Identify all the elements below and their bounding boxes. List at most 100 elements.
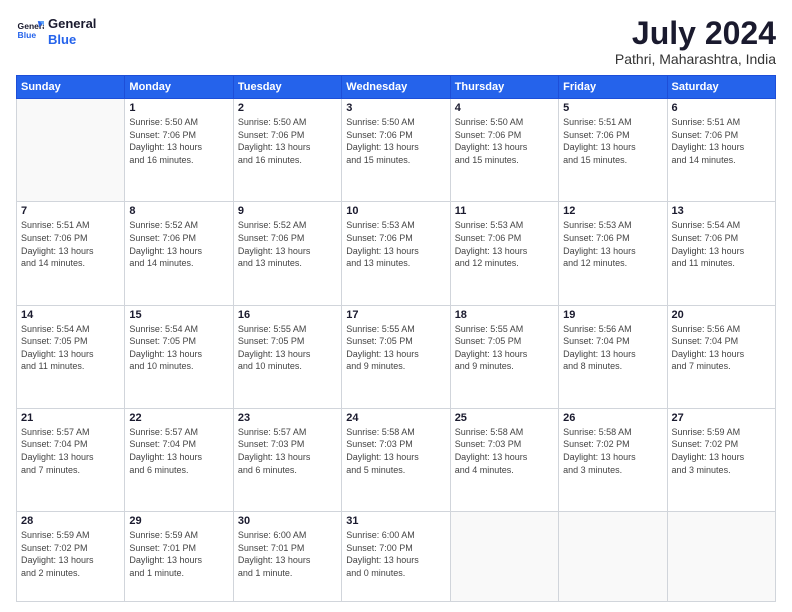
day-info: Sunrise: 5:58 AM Sunset: 7:03 PM Dayligh… (346, 426, 445, 476)
table-row: 5Sunrise: 5:51 AM Sunset: 7:06 PM Daylig… (559, 99, 667, 202)
table-row: 29 Sunrise: 5:59 AM Sunset: 7:01 PM Dayli… (125, 512, 233, 602)
day-number: 10 (346, 205, 445, 217)
day-number: 4 (455, 102, 554, 114)
day-info: Sunrise: 5:55 AM Sunset: 7:05 PM Dayligh… (455, 323, 554, 373)
table-row: 25 Sunrise: 5:58 AM Sunset: 7:03 PM Dayli… (450, 408, 558, 511)
table-row: 16 Sunrise: 5:55 AM Sunset: 7:05 PM Dayli… (233, 305, 341, 408)
day-number: 8 (129, 205, 228, 217)
header-wednesday: Wednesday (342, 76, 450, 99)
day-number: 15 (129, 309, 228, 321)
day-number: 24 (346, 412, 445, 424)
table-row: 11 Sunrise: 5:53 AM Sunset: 7:06 PM Dayli… (450, 202, 558, 305)
day-number: 26 (563, 412, 662, 424)
table-row: 27Sunrise: 5:59 AM Sunset: 7:02 PM Dayli… (667, 408, 775, 511)
day-number: 28 (21, 515, 120, 527)
day-info: Sunrise: 5:50 AM Sunset: 7:06 PM Dayligh… (238, 116, 337, 166)
table-row: 19 Sunrise: 5:56 AM Sunset: 7:04 PM Dayli… (559, 305, 667, 408)
table-row: 22 Sunrise: 5:57 AM Sunset: 7:04 PM Dayli… (125, 408, 233, 511)
day-number: 18 (455, 309, 554, 321)
day-info: Sunrise: 5:51 AM Sunset: 7:06 PM Dayligh… (21, 219, 120, 269)
table-row: 6 Sunrise: 5:51 AM Sunset: 7:06 PM Daylig… (667, 99, 775, 202)
logo-icon: General Blue (16, 18, 44, 46)
month-title: July 2024 (615, 16, 776, 51)
day-info: Sunrise: 5:59 AM Sunset: 7:01 PM Dayligh… (129, 529, 228, 579)
table-row: 4Sunrise: 5:50 AM Sunset: 7:06 PM Daylig… (450, 99, 558, 202)
day-number: 21 (21, 412, 120, 424)
table-row: 26 Sunrise: 5:58 AM Sunset: 7:02 PM Dayli… (559, 408, 667, 511)
day-info: Sunrise: 5:54 AM Sunset: 7:05 PM Dayligh… (21, 323, 120, 373)
day-number: 25 (455, 412, 554, 424)
day-number: 11 (455, 205, 554, 217)
day-info: Sunrise: 5:59 AM Sunset: 7:02 PM Dayligh… (21, 529, 120, 579)
day-number: 7 (21, 205, 120, 217)
day-number: 23 (238, 412, 337, 424)
day-info: Sunrise: 6:00 AM Sunset: 7:01 PM Dayligh… (238, 529, 337, 579)
table-row: 13 Sunrise: 5:54 AM Sunset: 7:06 PM Dayli… (667, 202, 775, 305)
day-info: Sunrise: 6:00 AM Sunset: 7:00 PM Dayligh… (346, 529, 445, 579)
day-info: Sunrise: 5:55 AM Sunset: 7:05 PM Dayligh… (238, 323, 337, 373)
table-row: 7 Sunrise: 5:51 AM Sunset: 7:06 PM Daylig… (17, 202, 125, 305)
logo-line1: General (48, 16, 96, 32)
table-row: 31 Sunrise: 6:00 AM Sunset: 7:00 PM Dayli… (342, 512, 450, 602)
table-row: 30 Sunrise: 6:00 AM Sunset: 7:01 PM Dayli… (233, 512, 341, 602)
day-number: 30 (238, 515, 337, 527)
title-area: July 2024 Pathri, Maharashtra, India (615, 16, 776, 67)
header-saturday: Saturday (667, 76, 775, 99)
day-number: 12 (563, 205, 662, 217)
table-row: 12 Sunrise: 5:53 AM Sunset: 7:06 PM Dayli… (559, 202, 667, 305)
day-info: Sunrise: 5:52 AM Sunset: 7:06 PM Dayligh… (129, 219, 228, 269)
table-row: 15 Sunrise: 5:54 AM Sunset: 7:05 PM Dayli… (125, 305, 233, 408)
day-info: Sunrise: 5:55 AM Sunset: 7:05 PM Dayligh… (346, 323, 445, 373)
day-number: 5 (563, 102, 662, 114)
day-number: 9 (238, 205, 337, 217)
table-row: 9 Sunrise: 5:52 AM Sunset: 7:06 PM Daylig… (233, 202, 341, 305)
day-info: Sunrise: 5:53 AM Sunset: 7:06 PM Dayligh… (455, 219, 554, 269)
table-row (667, 512, 775, 602)
day-info: Sunrise: 5:54 AM Sunset: 7:06 PM Dayligh… (672, 219, 771, 269)
day-info: Sunrise: 5:50 AM Sunset: 7:06 PM Dayligh… (346, 116, 445, 166)
day-number: 13 (672, 205, 771, 217)
table-row: 23Sunrise: 5:57 AM Sunset: 7:03 PM Dayli… (233, 408, 341, 511)
day-info: Sunrise: 5:51 AM Sunset: 7:06 PM Dayligh… (672, 116, 771, 166)
table-row: 3 Sunrise: 5:50 AM Sunset: 7:06 PM Daylig… (342, 99, 450, 202)
day-info: Sunrise: 5:57 AM Sunset: 7:04 PM Dayligh… (129, 426, 228, 476)
day-info: Sunrise: 5:56 AM Sunset: 7:04 PM Dayligh… (563, 323, 662, 373)
header-tuesday: Tuesday (233, 76, 341, 99)
day-number: 29 (129, 515, 228, 527)
day-number: 6 (672, 102, 771, 114)
table-row: 10Sunrise: 5:53 AM Sunset: 7:06 PM Dayli… (342, 202, 450, 305)
logo: General Blue General Blue (16, 16, 96, 47)
day-info: Sunrise: 5:58 AM Sunset: 7:03 PM Dayligh… (455, 426, 554, 476)
day-info: Sunrise: 5:58 AM Sunset: 7:02 PM Dayligh… (563, 426, 662, 476)
logo-line2: Blue (48, 32, 96, 48)
table-row: 28 Sunrise: 5:59 AM Sunset: 7:02 PM Dayli… (17, 512, 125, 602)
table-row: 18 Sunrise: 5:55 AM Sunset: 7:05 PM Dayli… (450, 305, 558, 408)
table-row: 21 Sunrise: 5:57 AM Sunset: 7:04 PM Dayli… (17, 408, 125, 511)
day-number: 16 (238, 309, 337, 321)
day-info: Sunrise: 5:56 AM Sunset: 7:04 PM Dayligh… (672, 323, 771, 373)
day-number: 19 (563, 309, 662, 321)
day-number: 27 (672, 412, 771, 424)
table-row: 8 Sunrise: 5:52 AM Sunset: 7:06 PM Daylig… (125, 202, 233, 305)
day-info: Sunrise: 5:50 AM Sunset: 7:06 PM Dayligh… (129, 116, 228, 166)
day-number: 17 (346, 309, 445, 321)
day-number: 1 (129, 102, 228, 114)
day-number: 3 (346, 102, 445, 114)
day-info: Sunrise: 5:57 AM Sunset: 7:04 PM Dayligh… (21, 426, 120, 476)
day-number: 22 (129, 412, 228, 424)
header-thursday: Thursday (450, 76, 558, 99)
day-info: Sunrise: 5:52 AM Sunset: 7:06 PM Dayligh… (238, 219, 337, 269)
day-info: Sunrise: 5:53 AM Sunset: 7:06 PM Dayligh… (563, 219, 662, 269)
table-row (17, 99, 125, 202)
calendar-header-row: Sunday Monday Tuesday Wednesday Thursday… (17, 76, 776, 99)
table-row: 24 Sunrise: 5:58 AM Sunset: 7:03 PM Dayli… (342, 408, 450, 511)
day-info: Sunrise: 5:54 AM Sunset: 7:05 PM Dayligh… (129, 323, 228, 373)
table-row: 14Sunrise: 5:54 AM Sunset: 7:05 PM Dayli… (17, 305, 125, 408)
table-row: 2Sunrise: 5:50 AM Sunset: 7:06 PM Daylig… (233, 99, 341, 202)
day-number: 31 (346, 515, 445, 527)
calendar-table: Sunday Monday Tuesday Wednesday Thursday… (16, 75, 776, 602)
page-header: General Blue General Blue July 2024 Path… (16, 16, 776, 67)
header-sunday: Sunday (17, 76, 125, 99)
header-monday: Monday (125, 76, 233, 99)
header-friday: Friday (559, 76, 667, 99)
